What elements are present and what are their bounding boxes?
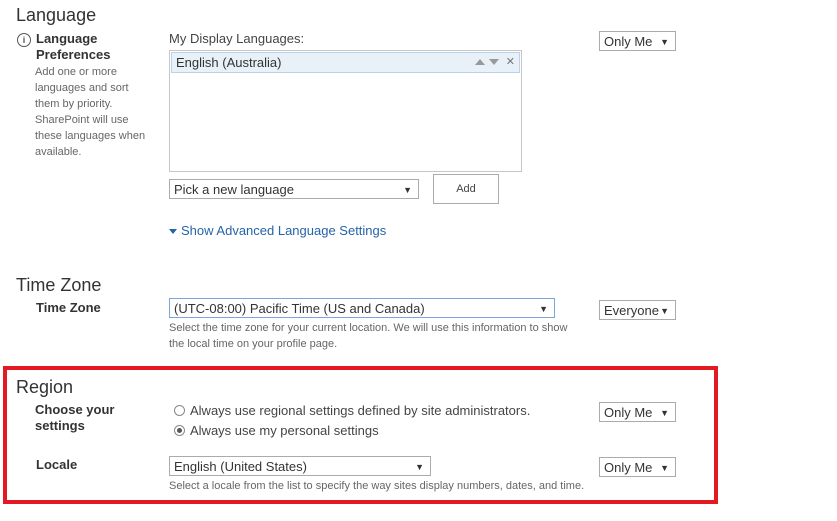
radio-site-admin-settings[interactable] bbox=[174, 405, 185, 416]
locale-label: Locale bbox=[36, 457, 78, 472]
chevron-down-icon: ▼ bbox=[660, 408, 669, 418]
move-down-icon[interactable] bbox=[489, 59, 500, 65]
radio-site-admin-settings-label[interactable]: Always use regional settings defined by … bbox=[190, 403, 530, 418]
display-languages-listbox[interactable]: English (Australia) ✕ bbox=[169, 50, 522, 172]
radio-personal-settings-label[interactable]: Always use my personal settings bbox=[190, 423, 379, 438]
show-advanced-language-settings-link[interactable]: Show Advanced Language Settings bbox=[169, 223, 386, 238]
language-preferences-label: Language Preferences bbox=[36, 31, 111, 62]
radio-personal-settings[interactable] bbox=[174, 425, 185, 436]
time-zone-label: Time Zone bbox=[36, 300, 101, 315]
time-zone-privacy-select[interactable]: Everyone ▼ bbox=[599, 300, 676, 320]
language-preferences-description: Add one or more languages and sort them … bbox=[35, 66, 146, 158]
choose-your-settings-label: Choose your settings bbox=[35, 402, 115, 433]
region-section-title: Region bbox=[16, 377, 74, 397]
language-item-label: English (Australia) bbox=[176, 55, 282, 70]
time-zone-description: Select the time zone for your current lo… bbox=[169, 322, 568, 350]
remove-icon[interactable]: ✕ bbox=[506, 56, 515, 68]
region-privacy-select[interactable]: Only Me ▼ bbox=[599, 402, 676, 422]
chevron-down-icon: ▼ bbox=[660, 463, 669, 473]
move-up-icon[interactable] bbox=[474, 59, 485, 65]
time-zone-section-title: Time Zone bbox=[16, 275, 102, 295]
chevron-down-icon: ▼ bbox=[403, 185, 412, 195]
locale-privacy-select[interactable]: Only Me ▼ bbox=[599, 457, 676, 477]
time-zone-select[interactable]: (UTC-08:00) Pacific Time (US and Canada)… bbox=[169, 298, 555, 318]
my-display-languages-label: My Display Languages: bbox=[169, 31, 305, 46]
locale-select[interactable]: English (United States) ▼ bbox=[169, 456, 431, 476]
info-icon: i bbox=[17, 33, 31, 47]
list-item[interactable]: English (Australia) ✕ bbox=[171, 52, 520, 73]
chevron-down-icon: ▼ bbox=[539, 304, 548, 314]
triangle-down-icon bbox=[169, 229, 177, 235]
language-section-title: Language bbox=[16, 5, 97, 25]
chevron-down-icon: ▼ bbox=[415, 462, 424, 472]
chevron-down-icon: ▼ bbox=[660, 37, 669, 47]
pick-language-select[interactable]: Pick a new language ▼ bbox=[169, 179, 419, 199]
chevron-down-icon: ▼ bbox=[660, 306, 669, 316]
language-privacy-select[interactable]: Only Me ▼ bbox=[599, 31, 676, 51]
add-language-button[interactable]: Add bbox=[433, 174, 499, 204]
locale-description: Select a locale from the list to specify… bbox=[169, 480, 585, 492]
